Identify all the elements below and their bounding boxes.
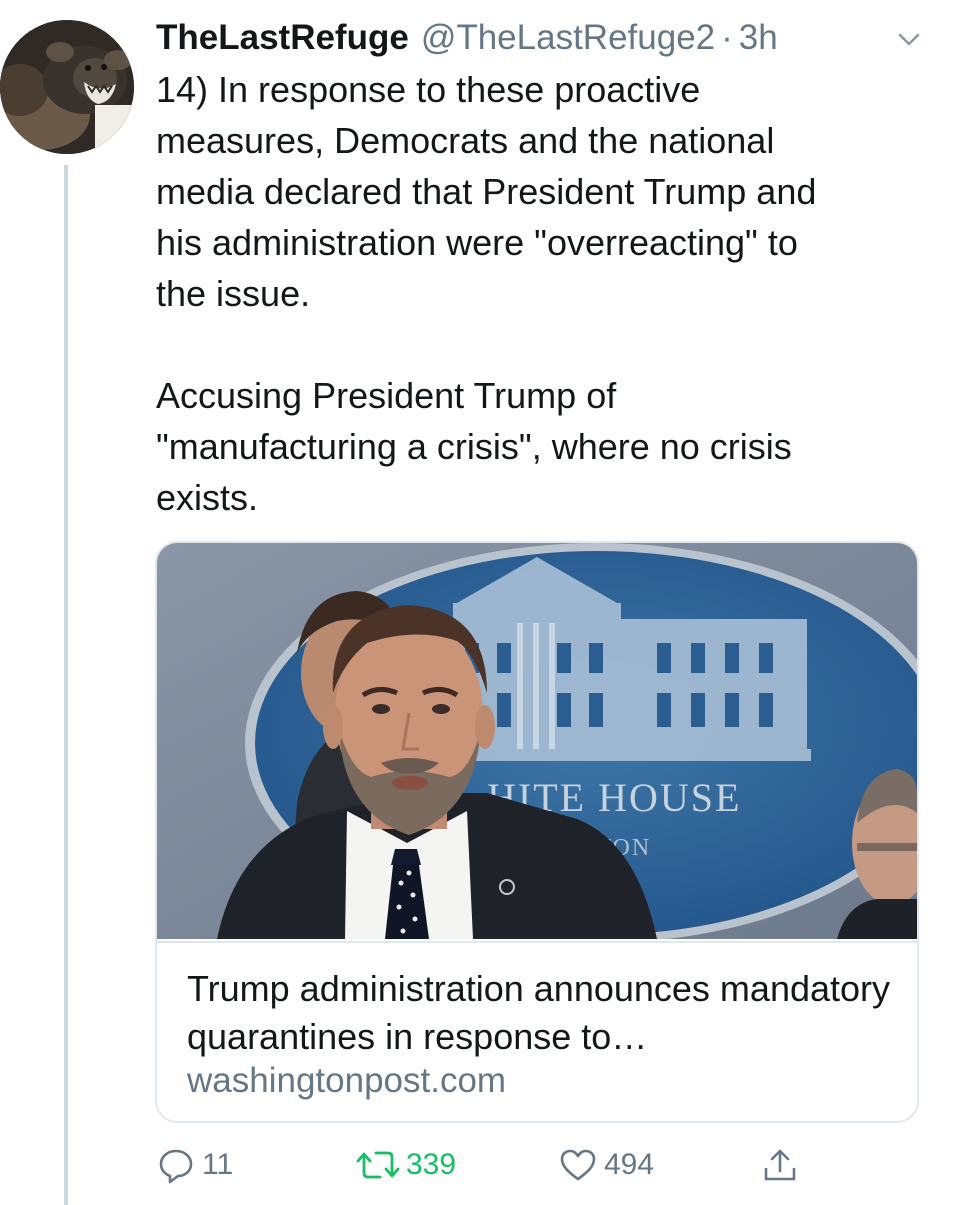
thread-connector-line bbox=[64, 165, 68, 1205]
card-domain: washingtonpost.com bbox=[187, 1061, 507, 1100]
heart-icon bbox=[558, 1145, 598, 1185]
tweet-text: 14) In response to these proactive measu… bbox=[156, 69, 817, 518]
share-button[interactable] bbox=[760, 1140, 800, 1190]
header-separator: · bbox=[721, 18, 733, 57]
display-name[interactable]: TheLastRefuge bbox=[156, 18, 409, 58]
like-count: 494 bbox=[604, 1148, 655, 1181]
card-body: Trump administration announces mandatory… bbox=[157, 941, 917, 1121]
card-image: HITE HOUSE GTON bbox=[157, 543, 917, 939]
reply-count: 11 bbox=[202, 1148, 234, 1181]
retweet-icon bbox=[356, 1145, 400, 1185]
wolverine-avatar-image bbox=[0, 20, 134, 154]
timestamp[interactable]: 3h bbox=[739, 18, 778, 58]
user-handle[interactable]: @TheLastRefuge2 bbox=[421, 18, 715, 58]
tweet-actions: 11 339 494 bbox=[156, 1140, 816, 1190]
reply-button[interactable]: 11 bbox=[156, 1140, 233, 1190]
link-card[interactable]: HITE HOUSE GTON bbox=[155, 541, 919, 1123]
avatar[interactable] bbox=[0, 20, 134, 154]
retweet-count: 339 bbox=[406, 1148, 457, 1181]
card-title[interactable]: Trump administration announces mandatory… bbox=[187, 965, 907, 1061]
tweet-header: TheLastRefuge @TheLastRefuge2 · 3h bbox=[156, 14, 946, 62]
chevron-down-icon[interactable] bbox=[894, 24, 924, 54]
retweet-button[interactable]: 339 bbox=[356, 1140, 456, 1190]
share-icon bbox=[760, 1145, 800, 1185]
like-button[interactable]: 494 bbox=[558, 1140, 654, 1190]
reply-icon bbox=[156, 1145, 196, 1185]
